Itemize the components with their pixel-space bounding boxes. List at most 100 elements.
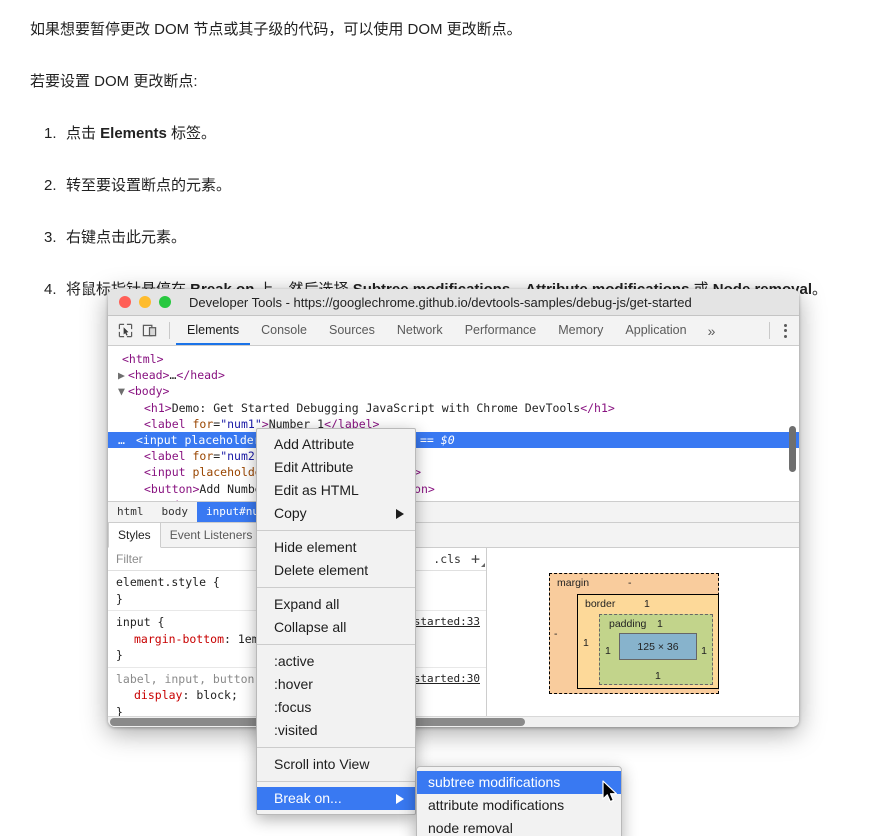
submenu-item-subtree-modifications[interactable]: subtree modifications <box>417 771 621 794</box>
box-model-padding[interactable]: padding 1 1 1 1 125 × 36 <box>599 614 713 685</box>
menu-item-active[interactable]: :active <box>257 650 415 673</box>
dom-line[interactable]: <h1>Demo: Get Started Debugging JavaScri… <box>108 400 799 416</box>
page-root: 如果想要暂停更改 DOM 节点或其子级的代码，可以使用 DOM 更改断点。 若要… <box>0 0 891 836</box>
intro-paragraph-2: 若要设置 DOM 更改断点: <box>30 73 198 90</box>
computed-pane: margin - - - 11 border 1 1 1 1 paddi <box>487 548 799 717</box>
box-model-content[interactable]: 125 × 36 <box>619 633 697 660</box>
dom-line-content: <head>…</head> <box>127 368 225 383</box>
devtools-menu-icon[interactable] <box>776 316 799 345</box>
box-model-padding-right[interactable]: 1 <box>701 645 707 657</box>
breadcrumb-item-body[interactable]: body <box>153 502 198 522</box>
submenu-item-node-removal[interactable]: node removal <box>417 817 621 836</box>
styles-filter-input[interactable]: Filter <box>116 552 143 566</box>
menu-item-hover[interactable]: :hover <box>257 673 415 696</box>
close-window-icon[interactable] <box>119 296 131 308</box>
menu-item-delete-element[interactable]: Delete element <box>257 559 415 582</box>
devtools-tabbar: Elements Console Sources Network Perform… <box>108 316 799 346</box>
menu-item-focus[interactable]: :focus <box>257 696 415 719</box>
menu-item-edit-attribute[interactable]: Edit Attribute <box>257 456 415 479</box>
dom-line-selected[interactable]: …<input placeholder="Number 1" id="num1"… <box>108 431 799 449</box>
menu-item-expand-all[interactable]: Expand all <box>257 593 415 616</box>
expand-arrow-icon[interactable]: ▶ <box>118 367 125 383</box>
step-number: 2. <box>44 177 57 194</box>
menu-separator <box>257 587 415 588</box>
menu-item-label: Copy <box>274 505 307 521</box>
toggle-class-button[interactable]: .cls <box>433 552 461 566</box>
menu-separator <box>257 781 415 782</box>
breadcrumb-item-html[interactable]: html <box>108 502 153 522</box>
box-model-padding-bottom[interactable]: 1 <box>655 670 661 682</box>
dom-line[interactable]: <label for="num2">Number 2</label> <box>108 448 799 464</box>
box-model-padding-label: padding <box>609 618 647 630</box>
menu-item-scroll-into-view[interactable]: Scroll into View <box>257 753 415 776</box>
box-model-padding-left[interactable]: 1 <box>605 645 611 657</box>
tab-performance[interactable]: Performance <box>454 316 548 345</box>
device-toolbar-icon[interactable] <box>139 321 159 341</box>
dom-tree[interactable]: <html> ▶ <head>…</head> ▼ <body> <h1>Demo:… <box>108 346 799 502</box>
article: 如果想要暂停更改 DOM 节点或其子级的代码，可以使用 DOM 更改断点。 若要… <box>30 18 870 330</box>
menu-item-add-attribute[interactable]: Add Attribute <box>257 433 415 456</box>
collapse-arrow-icon[interactable]: ▼ <box>118 383 125 399</box>
menu-item-visited[interactable]: :visited <box>257 719 415 742</box>
styles-panes: Filter .cls + element.style { } input { … <box>108 548 799 724</box>
horizontal-scrollbar[interactable] <box>108 716 799 727</box>
menu-item-hide-element[interactable]: Hide element <box>257 536 415 559</box>
window-titlebar: Developer Tools - https://googlechrome.g… <box>108 289 799 316</box>
inspect-element-icon[interactable] <box>115 321 135 341</box>
box-model-diagram[interactable]: margin - - - 11 border 1 1 1 1 paddi <box>549 573 719 694</box>
step-text: 点击 Elements 标签。 <box>66 125 217 142</box>
css-property-name[interactable]: margin-bottom <box>116 632 224 646</box>
window-title: Developer Tools - https://googlechrome.g… <box>189 294 692 310</box>
minimize-window-icon[interactable] <box>139 296 151 308</box>
tab-styles[interactable]: Styles <box>108 523 161 548</box>
menu-item-copy[interactable]: Copy <box>257 502 415 525</box>
box-model-border-top[interactable]: 1 <box>644 598 650 610</box>
context-menu: Add Attribute Edit Attribute Edit as HTM… <box>256 428 416 815</box>
menu-item-collapse-all[interactable]: Collapse all <box>257 616 415 639</box>
css-property-value[interactable]: block; <box>196 688 238 702</box>
dom-line[interactable]: <input placeholder="Number 2" id="num2"> <box>108 464 799 480</box>
box-model-border-left[interactable]: 1 <box>583 637 589 649</box>
dom-line[interactable]: ▼ <body> <box>108 383 799 399</box>
dom-badge-icon[interactable]: … <box>108 432 136 448</box>
steps-list: 1. 点击 Elements 标签。 2. 转至要设置断点的元素。 3. 右键点… <box>30 122 870 302</box>
box-model-margin-left[interactable]: - <box>554 628 558 640</box>
tab-sources[interactable]: Sources <box>318 316 386 345</box>
dom-tree-scrollbar[interactable] <box>789 426 796 472</box>
more-tabs-icon[interactable]: » <box>698 316 726 345</box>
tab-console[interactable]: Console <box>250 316 318 345</box>
panel-tabs: Elements Console Sources Network Perform… <box>176 316 725 345</box>
css-property-colon: : <box>182 688 197 702</box>
menu-item-edit-as-html[interactable]: Edit as HTML <box>257 479 415 502</box>
step-item: 1. 点击 Elements 标签。 <box>30 122 870 146</box>
dom-line[interactable]: <label for="num1">Number 1</label> <box>108 416 799 432</box>
submenu-item-attribute-modifications[interactable]: attribute modifications <box>417 794 621 817</box>
tab-application[interactable]: Application <box>614 316 697 345</box>
dom-line[interactable]: <button>Add Number 1 and Number 2</butto… <box>108 481 799 497</box>
step-item: 2. 转至要设置断点的元素。 <box>30 174 870 198</box>
tab-memory[interactable]: Memory <box>547 316 614 345</box>
tab-network[interactable]: Network <box>386 316 454 345</box>
dom-line[interactable]: <html> <box>108 351 799 367</box>
maximize-window-icon[interactable] <box>159 296 171 308</box>
dom-line[interactable]: ▶ <head>…</head> <box>108 367 799 383</box>
toolbar-divider <box>169 322 170 339</box>
mouse-cursor-icon <box>602 780 619 809</box>
box-model-margin[interactable]: margin - - - 11 border 1 1 1 1 paddi <box>549 573 719 694</box>
intro-paragraph-1: 如果想要暂停更改 DOM 节点或其子级的代码，可以使用 DOM 更改断点。 <box>30 21 522 38</box>
dom-line-content: <p></p> <box>144 498 192 501</box>
tab-elements[interactable]: Elements <box>176 316 251 345</box>
dom-line[interactable]: <p></p> <box>108 497 799 501</box>
css-property-name[interactable]: display <box>116 688 182 702</box>
submenu-arrow-icon <box>396 508 404 519</box>
new-style-rule-button[interactable]: + <box>471 550 486 568</box>
box-model-border[interactable]: border 1 1 1 1 padding 1 1 1 1 <box>577 594 719 689</box>
box-model-margin-top[interactable]: - <box>628 577 632 589</box>
tabbar-spacer <box>725 316 767 345</box>
dom-line-content: <html> <box>122 352 164 366</box>
box-model-padding-top[interactable]: 1 <box>657 618 663 630</box>
menu-item-break-on[interactable]: Break on... <box>257 787 415 810</box>
menu-item-label: Break on... <box>274 790 342 806</box>
css-property-colon: : <box>224 631 238 646</box>
tab-event-listeners[interactable]: Event Listeners <box>161 523 262 547</box>
